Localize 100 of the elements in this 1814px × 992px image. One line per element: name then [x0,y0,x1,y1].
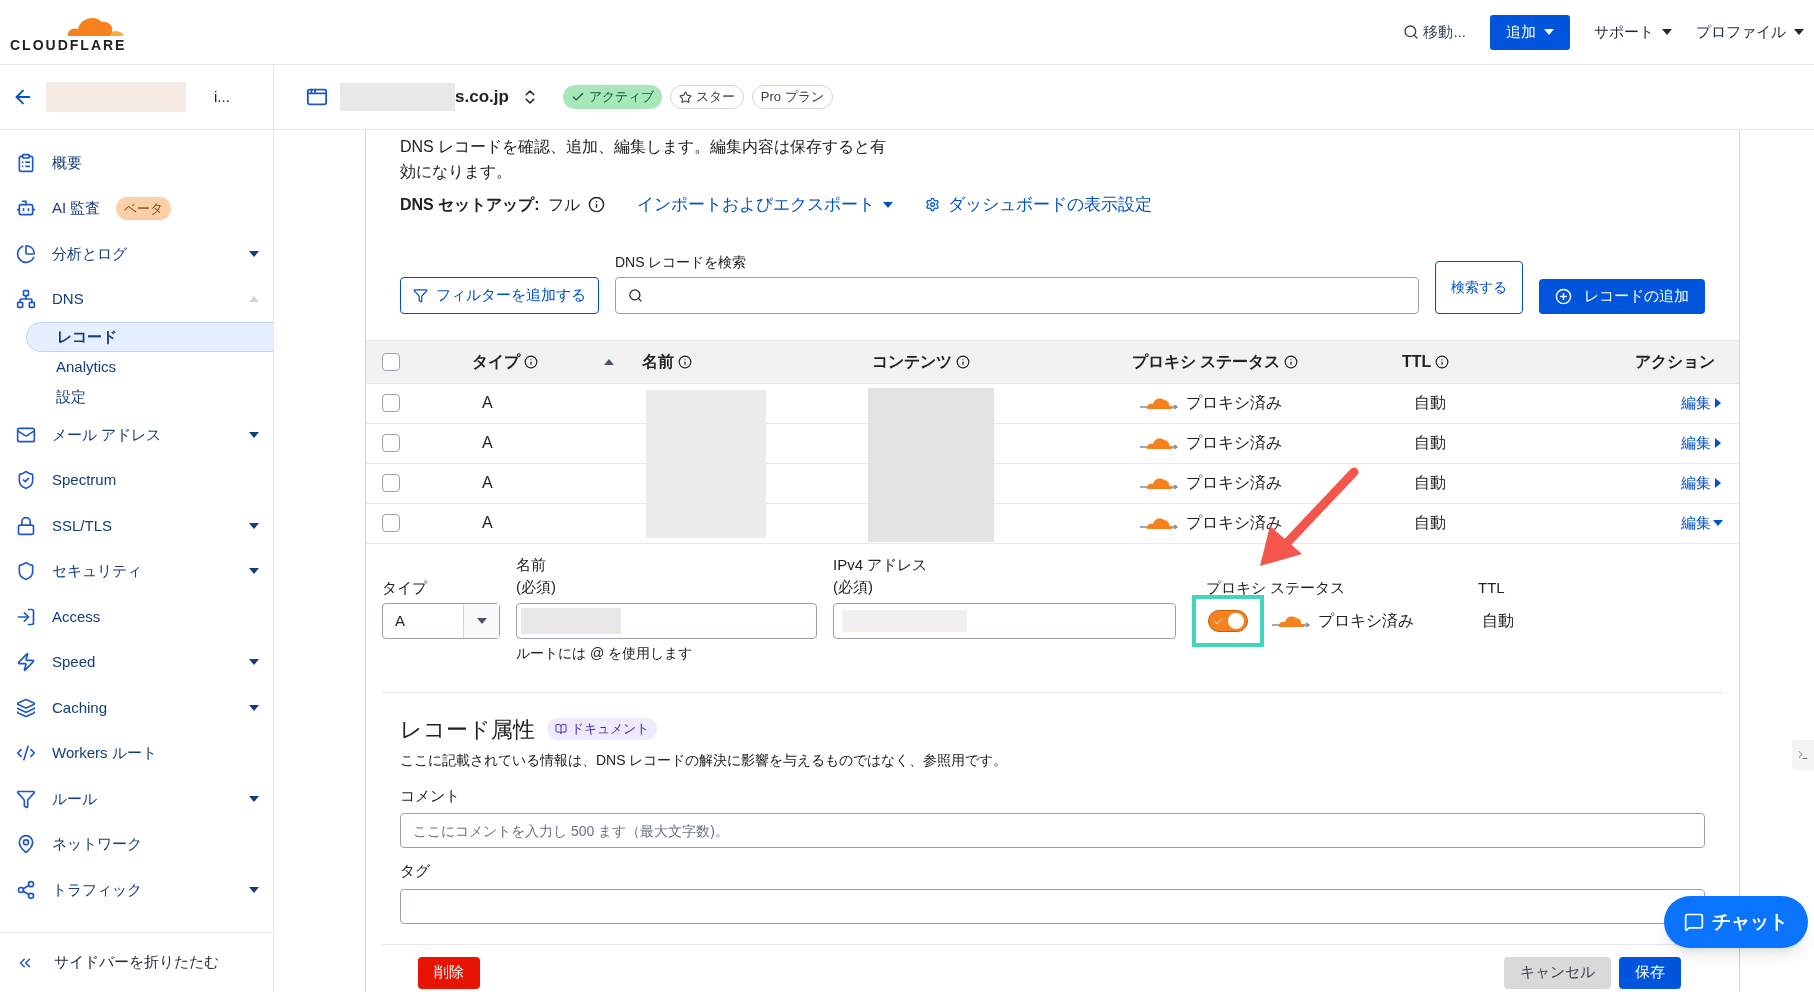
sidebar-item[interactable]: ルール [0,776,273,822]
select-all-checkbox[interactable] [382,352,400,371]
sidebar-label: Speed [52,652,96,672]
sidebar-label: Spectrum [52,470,117,490]
column-header[interactable]: タイプ [472,349,520,374]
edit-link[interactable]: 編集 [1681,471,1723,495]
sidebar-item[interactable]: AI 監査 ベータ [0,185,273,231]
sidebar-label: セキュリティ [52,561,142,581]
caret-icon [249,522,259,529]
toggle-knob [1228,613,1244,629]
tag-input-field[interactable] [400,888,1705,924]
sidebar-item[interactable]: Spectrum [0,457,273,503]
import-export-link[interactable]: インポートおよびエクスポート [636,192,893,218]
caret-icon [1794,29,1804,35]
sidebar-item[interactable]: トラフィック [0,867,273,913]
search-button[interactable]: 移動... [1403,20,1466,44]
proxy-toggle[interactable] [1208,610,1248,632]
sidebar-item[interactable]: Speed [0,639,273,685]
sidebar-item[interactable]: DNS [0,276,273,322]
row-checkbox[interactable] [382,434,400,452]
search-field[interactable] [615,276,1419,314]
sidebar-item[interactable]: Workers ルート [0,730,273,776]
column-header[interactable]: アクション [1635,349,1715,374]
search-icon [628,287,643,303]
book-icon [555,723,567,735]
sort-icon [604,358,614,365]
proxy-status-cell-text: プロキシ済み [1186,393,1282,413]
search-submit-button[interactable]: 検索する [1435,260,1523,314]
info-icon[interactable] [1284,354,1299,369]
chat-button[interactable]: チャット [1664,896,1808,948]
type-select[interactable]: A [382,603,500,639]
row-checkbox[interactable] [382,474,400,492]
column-header[interactable]: TTL [1402,349,1432,374]
edit-link[interactable]: 編集 [1681,511,1723,535]
documentation-badge[interactable]: ドキュメント [547,718,657,740]
add-record-button[interactable]: レコードの追加 [1539,278,1705,314]
caret-icon [882,201,893,208]
sidebar-item[interactable]: セキュリティ [0,548,273,594]
sidebar-item[interactable]: 分析とログ [0,231,273,277]
caret-icon [249,250,259,257]
sidebar-subitem[interactable]: 設定 [26,382,273,412]
info-icon[interactable] [587,196,605,214]
proxy-status-cell-text: プロキシ済み [1186,433,1282,453]
caret-icon [476,618,487,624]
section-title: レコード属性 [400,715,535,744]
sidebar-label: ネットワーク [52,834,142,854]
sidebar-label: メール アドレス [52,424,162,445]
setup-value: フル [547,194,580,215]
info-icon[interactable] [1435,354,1450,369]
proxy-status-cell-text: プロキシ済み [1186,513,1282,533]
robot-icon [16,198,36,219]
field-label: プロキシ ステータス [1205,577,1347,598]
layers-icon [16,697,36,718]
sidebar-item[interactable]: Caching [0,685,273,731]
ttl-cell-text: 自動 [1413,473,1447,493]
sidebar-item[interactable]: 概要 [0,140,273,186]
ipv4-input-field[interactable] [833,602,1176,639]
save-button[interactable]: 保存 [1619,956,1681,989]
edit-link[interactable]: 編集 [1681,391,1723,415]
chat-icon [1684,912,1704,932]
info-icon[interactable] [524,354,538,369]
top-menu-button[interactable]: プロファイル [1696,20,1804,44]
sidebar-item[interactable]: ネットワーク [0,821,273,867]
cancel-button[interactable]: キャンセル [1504,956,1611,989]
row-checkbox[interactable] [382,394,400,412]
column-header[interactable]: コンテンツ [872,349,952,374]
caret-icon [1713,518,1723,528]
shield-icon [16,470,36,491]
row-checkbox[interactable] [382,514,400,532]
caret-icon [1544,29,1554,35]
section-description: ここに記載されている情報は、DNS レコードの解決に影響を与えるものではなく、参照用です。 [400,750,1009,770]
sidebar-item[interactable]: SSL/TLS [0,503,273,549]
sidebar-subitem[interactable]: Analytics [26,352,273,382]
comment-input-field[interactable]: ここにコメントを入力し 500 ます（最大文字数)。 [400,813,1705,848]
ttl-value: 自動 [1481,611,1514,631]
add-menu-button[interactable]: 追加 [1490,14,1570,50]
name-input-field[interactable] [516,602,817,639]
info-icon[interactable] [956,354,970,369]
proxy-status-cell-text: プロキシ済み [1186,473,1282,493]
collapse-sidebar-button[interactable]: サイドバーを折りたたむ [54,951,219,974]
sidebar-item[interactable]: メール アドレス [0,412,273,458]
info-icon[interactable] [678,354,692,369]
field-label: 名前 [516,554,547,575]
delete-button[interactable]: 削除 [418,956,480,989]
column-header[interactable]: プロキシ ステータス [1132,349,1281,374]
sidebar-label: ルール [52,788,97,809]
edit-link[interactable]: 編集 [1681,431,1723,455]
type-cell-text: A [481,433,494,453]
filter-icon [413,287,428,303]
sidebar-subitem[interactable]: レコード [26,322,273,352]
description-text: DNS レコードを確認、追加、編集します。編集内容は保存すると有効になります。 [400,137,888,182]
cloudflare-logo[interactable]: CLOUDFLARE [10,12,127,52]
dashboard-settings-link[interactable]: ダッシュボードの表示設定 [947,192,1152,218]
type-cell-text: A [481,473,494,493]
top-menu-button[interactable]: サポート [1594,20,1672,44]
column-header[interactable]: 名前 [642,349,674,374]
add-filter-button[interactable]: フィルターを追加する [400,276,599,314]
share-icon [16,879,36,900]
sidebar-item[interactable]: Access [0,594,273,640]
search-icon [1403,24,1420,40]
